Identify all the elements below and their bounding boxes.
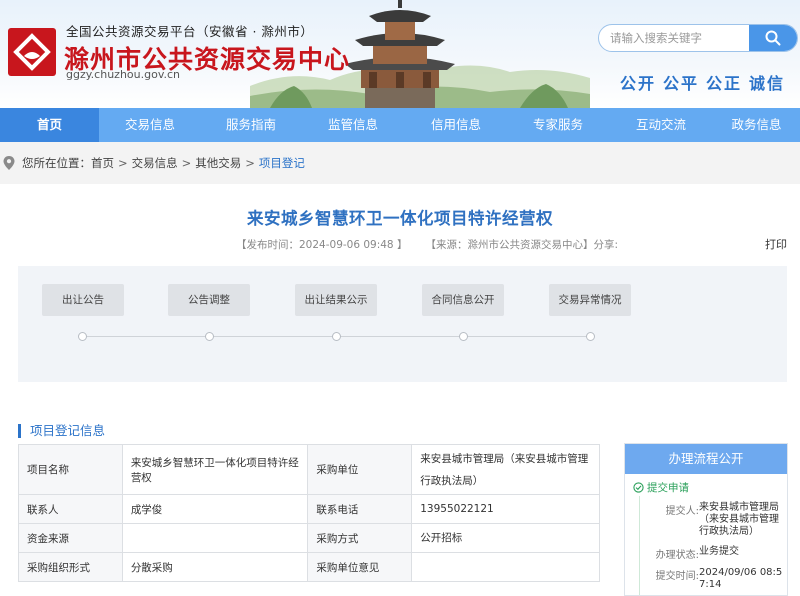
process-dot bbox=[332, 332, 341, 341]
search-icon bbox=[765, 30, 781, 46]
breadcrumb-prefix: 您所在位置： bbox=[22, 156, 91, 170]
main-nav: 首页 交易信息 服务指南 监管信息 信用信息 专家服务 互动交流 政务信息 bbox=[0, 108, 800, 142]
table-cell-value: 13955022121 bbox=[411, 494, 600, 524]
table-cell-key: 采购方式 bbox=[307, 523, 413, 553]
table-cell-value: 来安县城市管理局（来安县城市管理行政执法局） bbox=[411, 444, 600, 495]
flow-card-title: 办理流程公开 bbox=[625, 444, 787, 474]
breadcrumb-separator: > bbox=[118, 156, 128, 170]
section-title: 项目登记信息 bbox=[18, 424, 105, 438]
check-circle-icon bbox=[633, 482, 644, 493]
table-row: 资金来源 采购方式 公开招标 bbox=[18, 523, 600, 553]
search-box bbox=[598, 24, 798, 52]
table-cell-value: 分散采购 bbox=[121, 552, 309, 582]
breadcrumb-home[interactable]: 首页 bbox=[91, 155, 114, 171]
article-title: 来安城乡智慧环卫一体化项目特许经营权 bbox=[247, 209, 553, 228]
flow-value: 来安县城市管理局（来安县城市管理行政执法局） bbox=[699, 502, 779, 537]
table-cell-value: 公开招标 bbox=[411, 523, 600, 553]
process-panel: 出让公告 公告调整 出让结果公示 合同信息公开 交易异常情况 bbox=[18, 266, 787, 382]
site-logo[interactable] bbox=[6, 26, 58, 78]
nav-item-home[interactable]: 首页 bbox=[0, 108, 99, 142]
article-source: 【来源：滁州市公共资源交易中心】分享: bbox=[425, 239, 619, 251]
flow-step-label: 提交申请 bbox=[647, 482, 689, 494]
slogan-word: 公开 bbox=[620, 74, 657, 93]
nav-item-government[interactable]: 政务信息 bbox=[713, 108, 800, 142]
table-row: 项目名称 来安城乡智慧环卫一体化项目特许经营权 采购单位 来安县城市管理局（来安… bbox=[18, 444, 600, 495]
flow-key: 提交时间: bbox=[655, 571, 699, 582]
flow-key: 提交人: bbox=[665, 506, 699, 517]
table-cell-key: 采购单位 bbox=[307, 444, 413, 495]
search-input[interactable] bbox=[599, 25, 751, 51]
table-cell-key: 采购单位意见 bbox=[307, 552, 413, 582]
flow-row-submitter: 提交人: 来安县城市管理局（来安县城市管理行政执法局） bbox=[651, 502, 785, 538]
flow-row-status: 办理状态: 业务提交 bbox=[651, 546, 785, 561]
table-cell-value bbox=[121, 523, 309, 553]
table-cell-key: 联系人 bbox=[18, 494, 123, 524]
table-cell-value: 成学俊 bbox=[121, 494, 309, 524]
step-notice-adjustment[interactable]: 公告调整 bbox=[168, 284, 250, 316]
breadcrumb-separator: > bbox=[181, 156, 192, 170]
table-row: 采购组织形式 分散采购 采购单位意见 bbox=[18, 552, 600, 582]
process-dot bbox=[586, 332, 595, 341]
slogan-word: 公正 bbox=[706, 74, 743, 93]
site-url: ggzy.chuzhou.gov.cn bbox=[66, 68, 180, 81]
step-trading-exception[interactable]: 交易异常情况 bbox=[549, 284, 631, 316]
flow-row-time: 提交时间: 2024/09/06 08:57:14 bbox=[651, 567, 785, 591]
nav-item-supervision[interactable]: 监管信息 bbox=[301, 108, 405, 142]
flow-key: 办理状态: bbox=[655, 550, 699, 561]
breadcrumb-separator: > bbox=[245, 156, 255, 170]
slogan-word: 诚信 bbox=[749, 74, 786, 93]
process-dot bbox=[459, 332, 468, 341]
site-header: 全国公共资源交易平台（安徽省 · 滁州市） 滁州市公共资源交易中心 ggzy.c… bbox=[0, 0, 800, 108]
table-cell-key: 联系电话 bbox=[307, 494, 413, 524]
nav-item-service-guide[interactable]: 服务指南 bbox=[201, 108, 301, 142]
breadcrumb-trading-info[interactable]: 交易信息 bbox=[132, 155, 178, 171]
publish-time: 【发布时间：2024-09-06 09:48 】 bbox=[236, 239, 408, 251]
logo-emblem-icon bbox=[8, 28, 56, 76]
nav-item-expert[interactable]: 专家服务 bbox=[507, 108, 609, 142]
table-cell-key: 资金来源 bbox=[18, 523, 123, 553]
table-row: 联系人 成学俊 联系电话 13955022121 bbox=[18, 494, 600, 524]
search-button[interactable] bbox=[749, 25, 797, 51]
process-dot bbox=[78, 332, 87, 341]
location-pin-icon bbox=[3, 156, 15, 170]
breadcrumb: 您所在位置： 首页 > 交易信息 > 其他交易 > 项目登记 bbox=[0, 142, 800, 184]
flow-value: 2024/09/06 08:57:14 bbox=[699, 567, 783, 590]
process-dot bbox=[205, 332, 214, 341]
nav-item-trading-info[interactable]: 交易信息 bbox=[99, 108, 201, 142]
process-flow-card: 办理流程公开 提交申请 提交人: 来安县城市管理局（来安县城市管理行政执法局） … bbox=[624, 443, 788, 596]
project-info-table: 项目名称 来安城乡智慧环卫一体化项目特许经营权 采购单位 来安县城市管理局（来安… bbox=[18, 444, 600, 582]
article-meta: 【发布时间：2024-09-06 09:48 】 【来源：滁州市公共资源交易中心】… bbox=[236, 237, 618, 252]
step-result-publicity[interactable]: 出让结果公示 bbox=[295, 284, 377, 316]
flow-value: 业务提交 bbox=[699, 546, 739, 557]
breadcrumb-current[interactable]: 项目登记 bbox=[259, 155, 305, 171]
step-transfer-notice[interactable]: 出让公告 bbox=[42, 284, 124, 316]
table-cell-value bbox=[411, 552, 600, 582]
table-cell-value: 来安城乡智慧环卫一体化项目特许经营权 bbox=[121, 444, 309, 495]
nav-item-credit[interactable]: 信用信息 bbox=[405, 108, 507, 142]
step-contract-info[interactable]: 合同信息公开 bbox=[422, 284, 504, 316]
nav-item-interaction[interactable]: 互动交流 bbox=[609, 108, 713, 142]
breadcrumb-other-trading[interactable]: 其他交易 bbox=[195, 155, 241, 171]
print-link[interactable]: 打印 bbox=[765, 236, 787, 252]
platform-subtitle: 全国公共资源交易平台（安徽省 · 滁州市） bbox=[66, 24, 314, 39]
table-cell-key: 项目名称 bbox=[18, 444, 123, 495]
flow-timeline bbox=[639, 496, 640, 595]
slogan: 公开 公平 公正 诚信 bbox=[620, 70, 792, 94]
slogan-word: 公平 bbox=[663, 74, 700, 93]
table-cell-key: 采购组织形式 bbox=[18, 552, 123, 582]
flow-step: 提交申请 bbox=[633, 480, 689, 495]
